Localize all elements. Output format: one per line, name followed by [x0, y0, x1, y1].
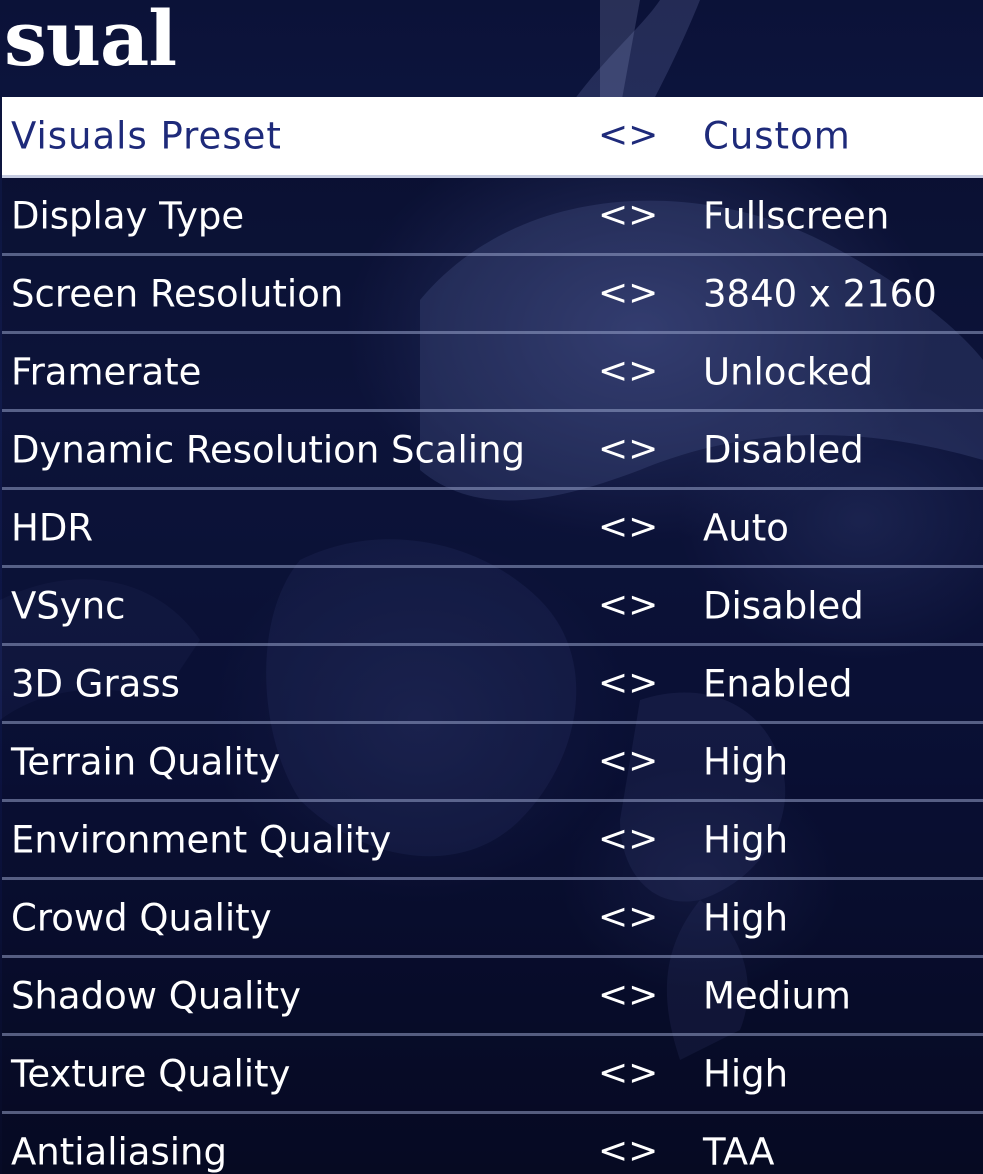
setting-row-terrain-quality[interactable]: Terrain Quality < > High — [2, 724, 983, 802]
page-title: sual — [4, 0, 177, 83]
arrow-left-icon[interactable]: < — [598, 584, 628, 625]
setting-label: Display Type — [11, 194, 245, 237]
setting-arrows: < > — [598, 896, 658, 937]
setting-value: Disabled — [703, 584, 864, 627]
setting-label: 3D Grass — [11, 662, 180, 705]
settings-list: Visuals Preset < > Custom Display Type <… — [2, 97, 983, 1174]
arrow-left-icon[interactable]: < — [598, 896, 628, 937]
setting-row-hdr[interactable]: HDR < > Auto — [2, 490, 983, 568]
setting-arrows: < > — [598, 662, 658, 703]
setting-arrows: < > — [598, 1052, 658, 1093]
arrow-left-icon[interactable]: < — [598, 272, 628, 313]
setting-value: Custom — [703, 114, 851, 158]
setting-arrows: < > — [598, 740, 658, 781]
setting-row-framerate[interactable]: Framerate < > Unlocked — [2, 334, 983, 412]
setting-row-crowd-quality[interactable]: Crowd Quality < > High — [2, 880, 983, 958]
setting-arrows: < > — [598, 350, 658, 391]
setting-label: Antialiasing — [11, 1130, 227, 1173]
setting-value: Fullscreen — [703, 194, 890, 237]
arrow-right-icon[interactable]: > — [628, 740, 658, 781]
arrow-right-icon[interactable]: > — [628, 974, 658, 1015]
setting-value: TAA — [703, 1130, 775, 1173]
arrow-left-icon[interactable]: < — [598, 194, 628, 235]
page-header: sual — [0, 0, 983, 97]
setting-label: Shadow Quality — [11, 974, 301, 1017]
arrow-left-icon[interactable]: < — [598, 974, 628, 1015]
arrow-left-icon[interactable]: < — [598, 506, 628, 547]
arrow-left-icon[interactable]: < — [598, 740, 628, 781]
setting-label: Texture Quality — [11, 1052, 291, 1095]
arrow-left-icon[interactable]: < — [598, 818, 628, 859]
setting-value: High — [703, 818, 789, 861]
arrow-right-icon[interactable]: > — [628, 350, 658, 391]
arrow-left-icon[interactable]: < — [598, 1052, 628, 1093]
arrow-right-icon[interactable]: > — [628, 115, 658, 156]
setting-label: Crowd Quality — [11, 896, 272, 939]
setting-arrows: < > — [598, 506, 658, 547]
arrow-left-icon[interactable]: < — [598, 1130, 628, 1171]
setting-arrows: < > — [598, 428, 658, 469]
setting-row-display-type[interactable]: Display Type < > Fullscreen — [2, 178, 983, 256]
setting-row-antialiasing[interactable]: Antialiasing < > TAA — [2, 1114, 983, 1174]
setting-value: High — [703, 1052, 789, 1095]
setting-arrows: < > — [598, 584, 658, 625]
setting-value: 3840 x 2160 — [703, 272, 937, 315]
setting-label: Screen Resolution — [11, 272, 344, 315]
setting-label: Framerate — [11, 350, 202, 393]
setting-row-texture-quality[interactable]: Texture Quality < > High — [2, 1036, 983, 1114]
setting-label: VSync — [11, 584, 126, 627]
setting-label: Visuals Preset — [11, 114, 282, 158]
arrow-right-icon[interactable]: > — [628, 584, 658, 625]
setting-value: Disabled — [703, 428, 864, 471]
setting-row-visuals-preset[interactable]: Visuals Preset < > Custom — [2, 97, 983, 178]
setting-label: Dynamic Resolution Scaling — [11, 428, 526, 471]
setting-arrows: < > — [598, 272, 658, 313]
setting-row-dynamic-resolution-scaling[interactable]: Dynamic Resolution Scaling < > Disabled — [2, 412, 983, 490]
arrow-right-icon[interactable]: > — [628, 194, 658, 235]
setting-value: High — [703, 896, 789, 939]
arrow-right-icon[interactable]: > — [628, 818, 658, 859]
setting-label: Terrain Quality — [11, 740, 281, 783]
arrow-left-icon[interactable]: < — [598, 662, 628, 703]
arrow-right-icon[interactable]: > — [628, 272, 658, 313]
arrow-right-icon[interactable]: > — [628, 428, 658, 469]
setting-label: HDR — [11, 506, 94, 549]
setting-label: Environment Quality — [11, 818, 392, 861]
setting-row-screen-resolution[interactable]: Screen Resolution < > 3840 x 2160 — [2, 256, 983, 334]
arrow-right-icon[interactable]: > — [628, 1052, 658, 1093]
arrow-right-icon[interactable]: > — [628, 896, 658, 937]
arrow-left-icon[interactable]: < — [598, 350, 628, 391]
setting-row-shadow-quality[interactable]: Shadow Quality < > Medium — [2, 958, 983, 1036]
setting-row-vsync[interactable]: VSync < > Disabled — [2, 568, 983, 646]
setting-arrows: < > — [598, 115, 658, 156]
setting-arrows: < > — [598, 1130, 658, 1171]
setting-arrows: < > — [598, 194, 658, 235]
arrow-left-icon[interactable]: < — [598, 428, 628, 469]
setting-row-environment-quality[interactable]: Environment Quality < > High — [2, 802, 983, 880]
setting-arrows: < > — [598, 974, 658, 1015]
setting-value: Enabled — [703, 662, 853, 705]
setting-value: Unlocked — [703, 350, 874, 393]
arrow-right-icon[interactable]: > — [628, 662, 658, 703]
setting-value: Auto — [703, 506, 789, 549]
arrow-right-icon[interactable]: > — [628, 1130, 658, 1171]
setting-value: High — [703, 740, 789, 783]
arrow-right-icon[interactable]: > — [628, 506, 658, 547]
setting-value: Medium — [703, 974, 851, 1017]
setting-arrows: < > — [598, 818, 658, 859]
arrow-left-icon[interactable]: < — [598, 115, 628, 156]
setting-row-3d-grass[interactable]: 3D Grass < > Enabled — [2, 646, 983, 724]
